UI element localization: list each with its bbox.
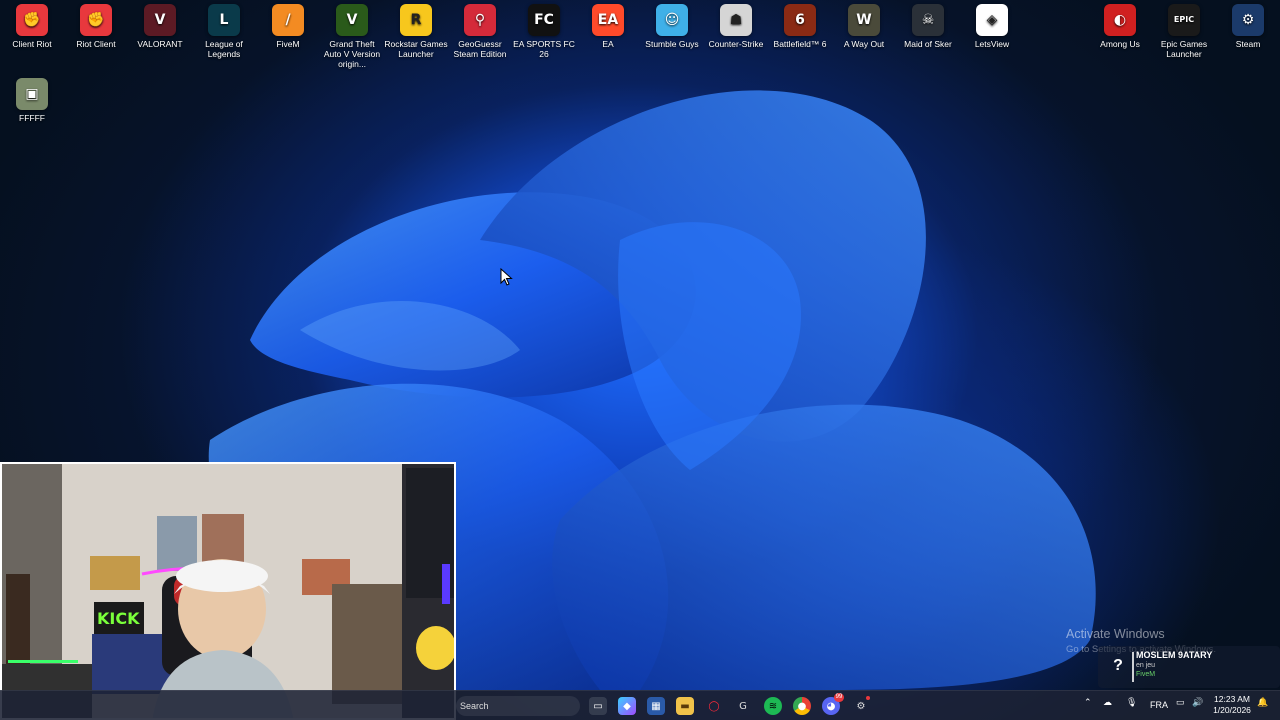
desktop-shortcut[interactable]: ⚙ Steam: [1216, 0, 1280, 49]
game-launcher-icon[interactable]: G: [734, 697, 752, 715]
notification-bell-icon[interactable]: 🔔: [1257, 697, 1268, 708]
desktop-shortcut[interactable]: V VALORANT: [128, 0, 192, 49]
desktop-shortcut-label: Maid of Sker: [904, 39, 952, 49]
desktop-shortcut-label: A Way Out: [843, 39, 885, 49]
photo-file-icon: ▣: [16, 78, 48, 110]
popup-game: FiveM: [1136, 671, 1156, 678]
riot-fist-icon: ✊: [80, 4, 112, 36]
desktop-shortcut-label: EA: [602, 39, 614, 49]
mouse-cursor-icon: [500, 268, 513, 286]
geoguessr-icon: ⚲: [464, 4, 496, 36]
desktop-shortcut-label: Riot Client: [76, 39, 116, 49]
network-icon[interactable]: ▭: [1176, 697, 1185, 708]
desktop-shortcut[interactable]: EA EA: [576, 0, 640, 49]
fc26-icon: FC: [528, 4, 560, 36]
clock-date: 1/20/2026: [1213, 705, 1251, 715]
language-indicator[interactable]: FRA: [1150, 700, 1168, 710]
desktop-shortcut[interactable]: ✊ Riot Client: [64, 0, 128, 49]
desktop-shortcut[interactable]: ▣ FFFFF: [0, 74, 64, 123]
popup-status: en jeu: [1136, 662, 1156, 669]
desktop-shortcut-label: EA SPORTS FC 26: [513, 39, 575, 59]
store-icon[interactable]: ▦: [647, 697, 665, 715]
desktop-shortcut-label: Grand Theft Auto V Version origin...: [323, 39, 381, 69]
epic-games-icon: EPIC: [1168, 4, 1200, 36]
question-icon: ?: [1113, 657, 1123, 674]
task-view-icon[interactable]: ▭: [589, 697, 607, 715]
desktop-shortcut[interactable]: EPIC Epic Games Launcher: [1152, 0, 1216, 59]
desktop-shortcut-label: Epic Games Launcher: [1160, 39, 1208, 59]
rockstar-icon: R: [400, 4, 432, 36]
desktop-shortcut[interactable]: V Grand Theft Auto V Version origin...: [320, 0, 384, 69]
webcam-scene: KICK: [2, 464, 454, 718]
search-label: Search: [460, 701, 489, 711]
desktop-shortcut-label: Rockstar Games Launcher: [384, 39, 448, 59]
valorant-icon: V: [144, 4, 176, 36]
steam-icon: ⚙: [1232, 4, 1264, 36]
ea-icon: EA: [592, 4, 624, 36]
desktop-shortcut-label: Steam: [1235, 39, 1261, 49]
desktop-shortcut[interactable]: R Rockstar Games Launcher: [384, 0, 448, 59]
chrome-icon[interactable]: ●: [793, 697, 811, 715]
popup-divider: [1132, 652, 1134, 682]
microphone-icon[interactable]: 🎙: [1126, 697, 1137, 708]
desktop-shortcut-label: FiveM: [276, 39, 300, 49]
desktop-shortcut-label: LetsView: [974, 39, 1010, 49]
taskbar-clock[interactable]: 12:23 AM 1/20/2026: [1212, 694, 1252, 716]
discord-activity-popup[interactable]: ? MOSLEM 9ATARY en jeu FiveM: [1098, 646, 1280, 688]
desktop-shortcut[interactable]: ⚲ GeoGuessr Steam Edition: [448, 0, 512, 59]
desktop-shortcut[interactable]: L League of Legends: [192, 0, 256, 59]
desktop-shortcut-label: Battlefield™ 6: [773, 39, 827, 49]
spotify-icon[interactable]: ≋: [764, 697, 782, 715]
a-way-out-icon: W: [848, 4, 880, 36]
desktop-shortcut[interactable]: ◈ LetsView: [960, 0, 1024, 49]
desktop-shortcut-label: FFFFF: [19, 113, 45, 123]
desktop-shortcut[interactable]: ◐ Among Us: [1088, 0, 1152, 49]
battlefield-icon: 6: [784, 4, 816, 36]
desktop-shortcut[interactable]: / FiveM: [256, 0, 320, 49]
webcam-overlay: KICK: [0, 462, 456, 720]
counter-strike-icon: ☗: [720, 4, 752, 36]
desktop-shortcut[interactable]: ☺ Stumble Guys: [640, 0, 704, 49]
desktop-shortcut-label: Client Riot: [12, 39, 52, 49]
opera-gx-icon[interactable]: ◯: [705, 697, 723, 715]
desktop-shortcut[interactable]: ☠ Maid of Sker: [896, 0, 960, 49]
desktop-shortcut-label: VALORANT: [137, 39, 183, 49]
desktop-shortcut-label: GeoGuessr Steam Edition: [453, 39, 507, 59]
clock-time: 12:23 AM: [1214, 694, 1250, 704]
copilot-icon[interactable]: ◆: [618, 697, 636, 715]
among-us-icon: ◐: [1104, 4, 1136, 36]
file-explorer-icon[interactable]: ▬: [676, 697, 694, 715]
stumble-guys-icon: ☺: [656, 4, 688, 36]
gta-v-icon: V: [336, 4, 368, 36]
taskbar-search[interactable]: Search: [456, 696, 580, 716]
settings-alert-dot: [866, 696, 870, 700]
riot-fist-icon: ✊: [16, 4, 48, 36]
desktop-shortcut[interactable]: W A Way Out: [832, 0, 896, 49]
popup-user-name: MOSLEM 9ATARY: [1136, 650, 1213, 660]
watermark-title: Activate Windows: [1066, 627, 1165, 641]
desktop-shortcut[interactable]: 6 Battlefield™ 6: [768, 0, 832, 49]
maid-of-sker-icon: ☠: [912, 4, 944, 36]
letsview-icon: ◈: [976, 4, 1008, 36]
desktop-shortcut-label: Among Us: [1100, 39, 1140, 49]
desktop-shortcut-label: Counter-Strike: [708, 39, 764, 49]
tray-overflow-chevron-icon[interactable]: ⌃: [1084, 697, 1092, 708]
svg-text:KICK: KICK: [97, 609, 140, 628]
taskbar: Search ▭ ◆ ▦ ▬ ◯ G ≋ ● ◕ 99 ⚙ ⌃ ☁ 🎙 FRA …: [0, 690, 1280, 720]
onedrive-icon[interactable]: ☁: [1103, 697, 1112, 708]
desktop-shortcut[interactable]: ☗ Counter-Strike: [704, 0, 768, 49]
desktop-shortcut-label: Stumble Guys: [645, 39, 699, 49]
volume-icon[interactable]: 🔊: [1192, 697, 1203, 708]
league-icon: L: [208, 4, 240, 36]
desktop-shortcut[interactable]: ✊ Client Riot: [0, 0, 64, 49]
desktop-shortcut[interactable]: FC EA SPORTS FC 26: [512, 0, 576, 59]
discord-badge: 99: [834, 693, 844, 702]
fivem-icon: /: [272, 4, 304, 36]
desktop-shortcut-label: League of Legends: [205, 39, 243, 59]
